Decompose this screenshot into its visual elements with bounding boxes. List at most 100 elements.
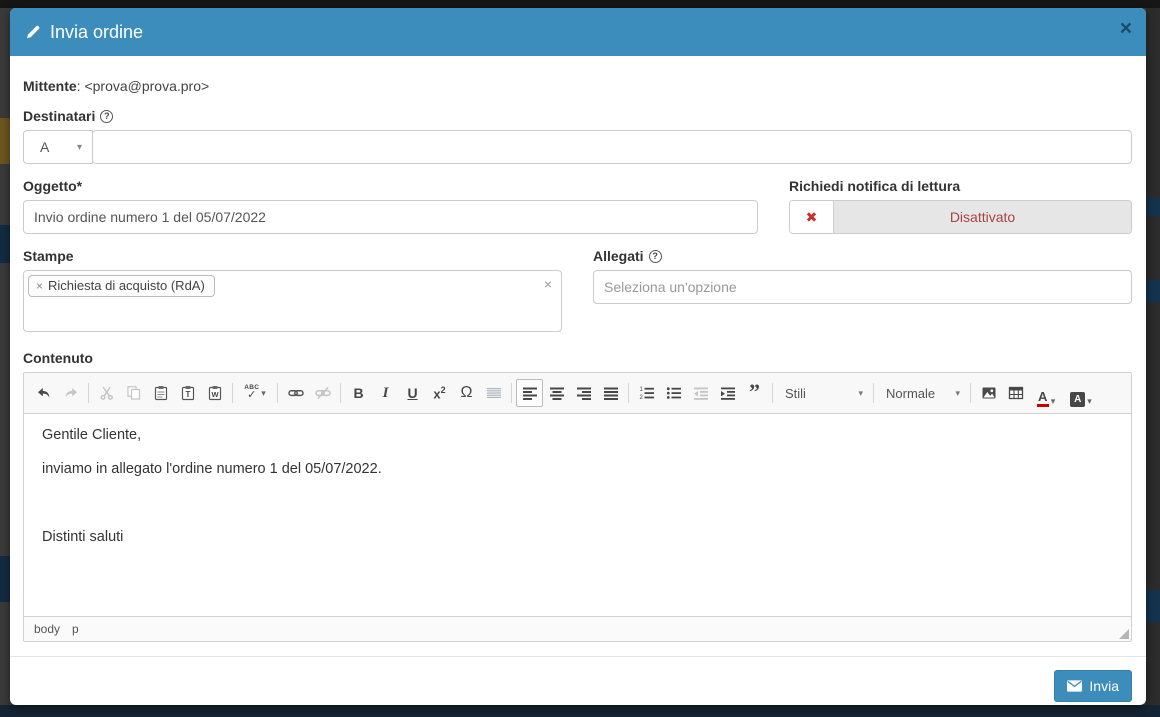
special-char-icon: Ω bbox=[461, 384, 473, 402]
justify-button[interactable] bbox=[597, 379, 624, 407]
sender-line: Mittente: <prova@prova.pro> bbox=[23, 78, 1132, 94]
toolbar-separator bbox=[232, 383, 233, 403]
horizontal-rule-button[interactable] bbox=[480, 379, 507, 407]
editor-toolbar: T W ABC ✓ ▾ B I U x2 Ω bbox=[24, 373, 1131, 414]
image-icon bbox=[981, 385, 997, 401]
close-button[interactable]: × bbox=[1120, 18, 1132, 39]
text-color-button[interactable]: A ▾ bbox=[1029, 379, 1063, 407]
paste-from-word-button[interactable]: W bbox=[201, 379, 228, 407]
toolbar-separator bbox=[970, 383, 971, 403]
print-tag-label: Richiesta di acquisto (RdA) bbox=[48, 278, 205, 293]
superscript-button[interactable]: x2 bbox=[426, 379, 453, 407]
undo-button[interactable] bbox=[30, 379, 57, 407]
chevron-down-icon: ▾ bbox=[1087, 396, 1092, 407]
pencil-icon bbox=[25, 24, 41, 40]
toolbar-separator bbox=[340, 383, 341, 403]
prints-multiselect[interactable]: × Richiesta di acquisto (RdA) × bbox=[23, 270, 562, 332]
editor-content-area[interactable]: Gentile Cliente, inviamo in allegato l'o… bbox=[24, 414, 1131, 616]
italic-button[interactable]: I bbox=[372, 379, 399, 407]
unlink-icon bbox=[315, 385, 331, 401]
attachments-select[interactable] bbox=[593, 270, 1132, 304]
modal-title: Invia ordine bbox=[25, 22, 143, 43]
recipients-help-icon[interactable]: ? bbox=[100, 110, 113, 123]
envelope-icon bbox=[1067, 680, 1082, 692]
element-path-body[interactable]: body bbox=[34, 622, 60, 636]
svg-text:T: T bbox=[185, 390, 190, 399]
bulleted-list-button[interactable] bbox=[660, 379, 687, 407]
outdent-button[interactable] bbox=[687, 379, 714, 407]
insert-table-button[interactable] bbox=[1002, 379, 1029, 407]
align-center-icon bbox=[549, 385, 565, 401]
paragraph-format-dropdown[interactable]: Normale▾ bbox=[878, 379, 966, 407]
subject-column: Oggetto* bbox=[23, 164, 758, 234]
bold-button[interactable]: B bbox=[345, 379, 372, 407]
attachments-help-icon[interactable]: ? bbox=[649, 250, 662, 263]
paste-icon bbox=[153, 385, 169, 401]
paste-word-icon: W bbox=[207, 385, 223, 401]
chevron-down-icon: ▾ bbox=[955, 388, 960, 399]
clear-selection-icon[interactable]: × bbox=[544, 276, 552, 292]
italic-icon: I bbox=[383, 385, 389, 402]
toggle-off-icon: ✖ bbox=[790, 201, 834, 233]
underline-button[interactable]: U bbox=[399, 379, 426, 407]
print-tag: × Richiesta di acquisto (RdA) bbox=[28, 275, 215, 297]
content-label: Contenuto bbox=[23, 350, 93, 366]
blockquote-button[interactable]: ” bbox=[741, 379, 768, 407]
styles-dropdown[interactable]: Stili▾ bbox=[777, 379, 869, 407]
copy-icon bbox=[126, 385, 142, 401]
chevron-down-icon: ▾ bbox=[261, 388, 266, 399]
spellcheck-button[interactable]: ABC ✓ ▾ bbox=[237, 379, 273, 407]
read-receipt-toggle[interactable]: ✖ Disattivato bbox=[789, 200, 1132, 234]
rich-text-editor: T W ABC ✓ ▾ B I U x2 Ω bbox=[23, 372, 1132, 642]
copy-button[interactable] bbox=[120, 379, 147, 407]
send-button-label: Invia bbox=[1089, 678, 1119, 694]
send-button[interactable]: Invia bbox=[1054, 670, 1132, 702]
backdrop-fragment bbox=[1146, 198, 1160, 216]
align-center-button[interactable] bbox=[543, 379, 570, 407]
resize-handle[interactable] bbox=[1119, 629, 1129, 639]
tag-remove-icon[interactable]: × bbox=[36, 279, 43, 293]
align-right-button[interactable] bbox=[570, 379, 597, 407]
background-color-button[interactable]: A ▾ bbox=[1063, 379, 1099, 407]
numbered-list-button[interactable]: 12 bbox=[633, 379, 660, 407]
recipient-type-select[interactable]: A ▾ bbox=[23, 130, 93, 164]
indent-button[interactable] bbox=[714, 379, 741, 407]
paste-plain-text-button[interactable]: T bbox=[174, 379, 201, 407]
cut-button[interactable] bbox=[93, 379, 120, 407]
chevron-down-icon: ▾ bbox=[858, 388, 863, 399]
editor-paragraph: inviamo in allegato l'ordine numero 1 de… bbox=[42, 460, 1113, 478]
editor-paragraph bbox=[42, 494, 1113, 512]
read-receipt-label: Richiedi notifica di lettura bbox=[789, 178, 960, 194]
subject-input[interactable] bbox=[23, 200, 758, 234]
spellcheck-icon: ABC ✓ bbox=[244, 385, 259, 401]
align-right-icon bbox=[576, 385, 592, 401]
redo-button[interactable] bbox=[57, 379, 84, 407]
prints-attachments-row: Stampe ×Richiesta di acquisto (RdA) × Al… bbox=[23, 234, 1132, 332]
link-icon bbox=[288, 385, 304, 401]
special-character-button[interactable]: Ω bbox=[453, 379, 480, 407]
insert-image-button[interactable] bbox=[975, 379, 1002, 407]
toolbar-separator bbox=[511, 383, 512, 403]
element-path-p[interactable]: p bbox=[72, 622, 79, 636]
svg-text:W: W bbox=[211, 390, 219, 399]
send-order-modal: Invia ordine × Mittente: <prova@prova.pr… bbox=[10, 8, 1146, 705]
indent-icon bbox=[720, 385, 736, 401]
toolbar-separator bbox=[772, 383, 773, 403]
toolbar-separator bbox=[277, 383, 278, 403]
recipient-type-value: A bbox=[40, 139, 49, 155]
align-left-icon bbox=[522, 385, 538, 401]
recipients-group: A ▾ bbox=[23, 130, 1132, 164]
subject-label: Oggetto* bbox=[23, 178, 82, 194]
bulleted-list-icon bbox=[666, 385, 682, 401]
justify-icon bbox=[603, 385, 619, 401]
backdrop-bottom-bar bbox=[0, 705, 1160, 717]
align-left-button[interactable] bbox=[516, 379, 543, 407]
superscript-icon: x2 bbox=[433, 385, 445, 401]
unlink-button[interactable] bbox=[309, 379, 336, 407]
recipients-input[interactable] bbox=[92, 130, 1132, 164]
paste-button[interactable] bbox=[147, 379, 174, 407]
chevron-down-icon: ▾ bbox=[1051, 396, 1056, 407]
redo-icon bbox=[63, 385, 79, 401]
backdrop-fragment bbox=[0, 118, 10, 164]
link-button[interactable] bbox=[282, 379, 309, 407]
